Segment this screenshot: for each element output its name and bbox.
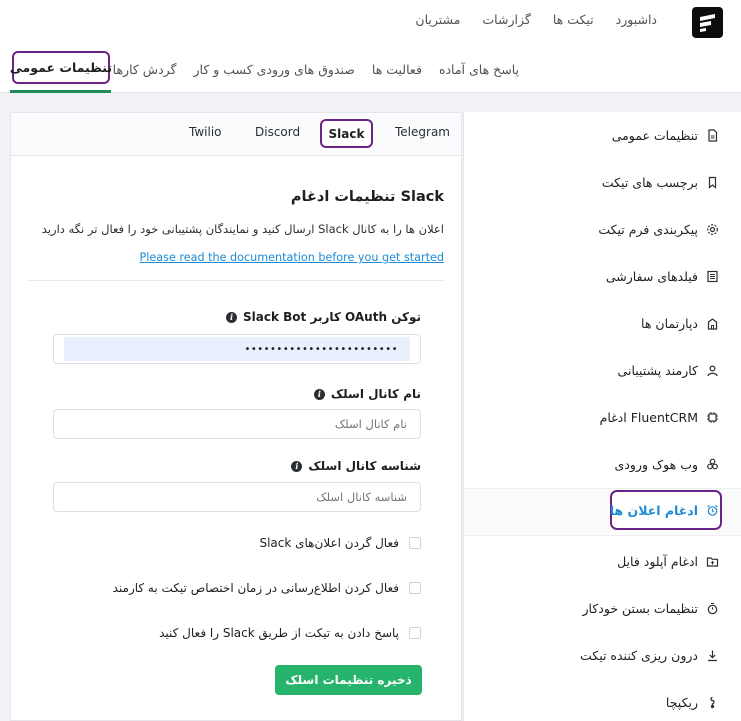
app-logo[interactable] bbox=[692, 7, 723, 38]
documentation-link[interactable]: Please read the documentation before you… bbox=[140, 251, 444, 264]
subnav-business-inboxes[interactable]: صندوق های ورودی کسب و کار bbox=[193, 62, 354, 77]
checkbox[interactable] bbox=[409, 582, 421, 594]
sidebar-item-ticket-importer[interactable]: درون ریزی کننده تیکت bbox=[464, 640, 719, 670]
gear-icon bbox=[707, 223, 718, 235]
sidebar-item-auto-close[interactable]: تنظیمات بستن خودکار bbox=[464, 593, 719, 623]
sidebar-item-general-settings[interactable]: تنظیمات عمومی bbox=[464, 120, 719, 150]
sidebar-item-custom-fields[interactable]: فیلدهای سفارشی bbox=[464, 261, 719, 291]
subnav-general-settings[interactable]: تنظیمات عمومی bbox=[10, 51, 112, 84]
sidebar-item-departments[interactable]: دپارتمان ها bbox=[464, 308, 719, 338]
subnav-workflows[interactable]: گردش کارها bbox=[113, 62, 177, 77]
tab-slack[interactable]: Slack bbox=[320, 119, 373, 148]
token-label: توکن OAuth کاربر Slack Bot i bbox=[226, 310, 421, 324]
nav-dashboard[interactable]: داشبورد bbox=[616, 12, 657, 28]
tab-twilio[interactable]: Twilio bbox=[189, 125, 222, 139]
info-icon[interactable]: i bbox=[313, 388, 325, 400]
document-icon bbox=[708, 128, 718, 142]
token-label-text: توکن OAuth کاربر Slack Bot bbox=[243, 310, 421, 324]
divider bbox=[28, 280, 444, 281]
webhook-icon bbox=[707, 458, 718, 469]
section-title: Slack تنظیمات ادغام bbox=[290, 189, 444, 205]
channel-id-label-text: شناسه کانال اسلک bbox=[308, 459, 421, 473]
assign-notification-checkbox[interactable]: فعال کردن اطلاع‌رسانی در زمان اختصاص تیک… bbox=[113, 580, 421, 596]
chip-icon bbox=[707, 411, 718, 423]
sidebar-item-ticket-tags[interactable]: برچسب های تیکت bbox=[464, 167, 719, 197]
channel-name-input[interactable] bbox=[53, 409, 421, 439]
alarm-icon bbox=[707, 504, 718, 516]
list-icon bbox=[707, 270, 718, 282]
sidebar-item-fluentcrm[interactable]: ادغام FluentCRM bbox=[464, 402, 719, 432]
checkbox[interactable] bbox=[409, 537, 421, 549]
info-icon[interactable]: i bbox=[291, 460, 303, 472]
nav-customers[interactable]: مشتریان bbox=[415, 12, 460, 28]
top-bar: داشبورد تیکت ها گزارشات مشتریان پاسخ های… bbox=[0, 0, 741, 93]
user-icon bbox=[707, 364, 718, 376]
sidebar-item-notification-integration[interactable]: ادغام اعلان ها bbox=[464, 495, 719, 525]
sidebar-item-support-staff[interactable]: کارمند پشتیبانی bbox=[464, 355, 719, 385]
subnav-activities[interactable]: فعالیت ها bbox=[372, 62, 422, 77]
token-value: •••••••••••••••••••••••• bbox=[64, 337, 410, 361]
tab-discord[interactable]: Discord bbox=[255, 125, 300, 139]
download-icon bbox=[708, 650, 717, 661]
sidebar-item-ticket-form[interactable]: پیکربندی فرم تیکت bbox=[464, 214, 719, 244]
enable-slack-notifications-checkbox[interactable]: فعال گردن اعلان‌های Slack bbox=[259, 535, 421, 551]
sub-nav: پاسخ های آماده فعالیت ها صندوق های ورودی… bbox=[113, 52, 519, 86]
lock-icon bbox=[710, 696, 715, 708]
section-description: اعلان ها را به کانال Slack ارسال کنید و … bbox=[41, 222, 444, 236]
bookmark-icon bbox=[708, 176, 717, 189]
channel-name-label: نام کانال اسلک i bbox=[313, 387, 421, 401]
nav-reports[interactable]: گزارشات bbox=[482, 12, 530, 28]
checkbox[interactable] bbox=[409, 627, 421, 639]
slack-reply-checkbox[interactable]: پاسخ دادن به تیکت از طریق Slack را فعال … bbox=[159, 625, 421, 641]
main-nav: داشبورد تیکت ها گزارشات مشتریان bbox=[415, 12, 657, 28]
sidebar-item-incoming-webhook[interactable]: وب هوک ورودی bbox=[464, 449, 719, 479]
active-subtab-underline bbox=[10, 90, 111, 93]
channel-name-label-text: نام کانال اسلک bbox=[330, 387, 421, 401]
logo-icon bbox=[700, 14, 715, 32]
save-slack-settings-button[interactable]: ذخیره تنظیمات اسلک bbox=[275, 665, 422, 695]
folder-icon bbox=[706, 556, 719, 567]
integration-tabs: Telegram Slack Discord Twilio bbox=[11, 113, 461, 156]
building-icon bbox=[707, 317, 718, 330]
settings-panel: Telegram Slack Discord Twilio Slack تنظی… bbox=[10, 112, 462, 721]
info-icon[interactable]: i bbox=[226, 311, 238, 323]
timer-icon bbox=[707, 602, 718, 614]
sidebar-item-recaptcha[interactable]: ریکپچا bbox=[464, 687, 719, 717]
settings-sidebar: تنظیمات عمومی برچسب های تیکت پیکربندی فر… bbox=[463, 112, 741, 721]
channel-id-label: شناسه کانال اسلک i bbox=[291, 459, 421, 473]
token-input[interactable]: •••••••••••••••••••••••• bbox=[53, 334, 421, 364]
channel-id-input[interactable] bbox=[53, 482, 421, 512]
tab-telegram[interactable]: Telegram bbox=[395, 125, 450, 139]
sidebar-item-file-upload[interactable]: ادغام آپلود فایل bbox=[464, 546, 719, 576]
nav-tickets[interactable]: تیکت ها bbox=[553, 12, 594, 28]
subnav-saved-replies[interactable]: پاسخ های آماده bbox=[439, 62, 519, 77]
